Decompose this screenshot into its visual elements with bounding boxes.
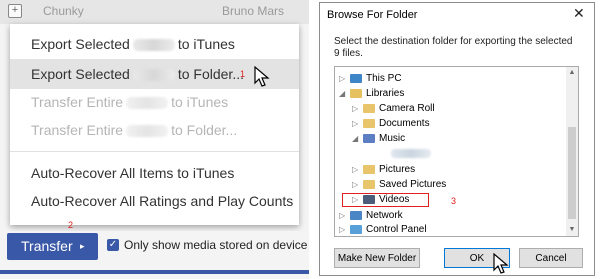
tree-node-label: Camera Roll bbox=[379, 103, 435, 114]
chevron-right-icon[interactable]: ▷ bbox=[352, 162, 362, 177]
chevron-right-icon[interactable]: ▷ bbox=[352, 101, 362, 116]
close-icon[interactable]: ✕ bbox=[573, 5, 585, 22]
menu-transfer-entire-to-folder: Transfer Entire to Folder... bbox=[10, 115, 299, 145]
tree-node-label: Documents bbox=[379, 118, 430, 129]
tree-node-label: Saved Pictures bbox=[379, 179, 447, 190]
transfer-button[interactable]: Transfer ▸ bbox=[7, 233, 98, 260]
selection-highlight bbox=[342, 193, 429, 207]
chevron-down-icon[interactable]: ◢ bbox=[352, 131, 362, 146]
network-icon bbox=[350, 211, 362, 220]
blurred-text bbox=[126, 125, 169, 138]
browse-folder-dialog: Browse For Folder ✕ Select the destinati… bbox=[319, 2, 595, 276]
folder-icon bbox=[363, 104, 375, 113]
menu-divider bbox=[10, 151, 299, 152]
folder-tree[interactable]: ▷ This PC ◢ Libraries ▷ Camera Roll ▷ Do… bbox=[334, 66, 579, 237]
step-3-marker: 3 bbox=[451, 196, 457, 206]
step-1-marker: 1 bbox=[240, 69, 246, 79]
app-panel: + Chunky Bruno Mars Export Selected to iT… bbox=[0, 0, 309, 279]
tree-node-label: Music bbox=[379, 133, 406, 144]
mouse-cursor-icon bbox=[493, 253, 509, 274]
transfer-label: Transfer bbox=[21, 238, 73, 254]
menu-item-label: Auto-Recover All Ratings and Play Counts bbox=[31, 193, 294, 209]
menu-item-label: Export Selected bbox=[31, 36, 130, 52]
blurred-text bbox=[391, 149, 431, 158]
track-row[interactable]: + Chunky Bruno Mars bbox=[0, 0, 309, 24]
menu-item-label: Transfer Entire bbox=[31, 122, 124, 138]
folder-icon bbox=[363, 180, 375, 189]
folder-icon bbox=[363, 165, 375, 174]
tree-node-label: Libraries bbox=[366, 88, 405, 99]
add-track-icon[interactable]: + bbox=[8, 4, 22, 18]
chevron-right-icon[interactable]: ▷ bbox=[339, 208, 349, 223]
folder-icon bbox=[363, 119, 375, 128]
menu-item-label: Auto-Recover All Items to iTunes bbox=[31, 165, 235, 181]
tree-node-label: This PC bbox=[366, 73, 402, 84]
only-show-checkbox[interactable]: ✓ bbox=[107, 239, 119, 251]
track-artist: Bruno Mars bbox=[222, 4, 285, 18]
menu-item-label: Export Selected bbox=[31, 66, 130, 82]
menu-transfer-entire-to-itunes: Transfer Entire to iTunes bbox=[10, 87, 299, 117]
scroll-down-icon[interactable]: ▼ bbox=[566, 224, 578, 236]
menu-item-label: to iTunes bbox=[171, 94, 229, 110]
step-2-marker: 2 bbox=[68, 220, 74, 230]
blurred-text bbox=[132, 39, 175, 52]
mouse-cursor-icon bbox=[254, 66, 270, 87]
scrollbar-thumb[interactable] bbox=[568, 127, 576, 219]
menu-item-label: to Folder... bbox=[171, 122, 238, 138]
menu-item-label: to Folder... bbox=[177, 66, 244, 82]
context-menu: Export Selected to iTunes Export Selected… bbox=[10, 24, 299, 225]
blurred-text bbox=[126, 97, 169, 110]
make-new-folder-button[interactable]: Make New Folder bbox=[334, 248, 420, 268]
track-title: Chunky bbox=[43, 4, 84, 18]
tree-node-label: Network bbox=[366, 210, 403, 221]
chevron-right-icon[interactable]: ▷ bbox=[339, 222, 349, 236]
blurred-text bbox=[132, 69, 175, 82]
chevron-right-icon[interactable]: ▷ bbox=[352, 116, 362, 131]
menu-item-label: Transfer Entire bbox=[31, 94, 124, 110]
tree-node-label: Control Panel bbox=[366, 224, 427, 235]
dialog-title: Browse For Folder bbox=[327, 9, 418, 21]
menu-auto-recover-items[interactable]: Auto-Recover All Items to iTunes bbox=[10, 158, 299, 188]
computer-icon bbox=[350, 74, 362, 83]
bottom-accent-line bbox=[0, 270, 309, 274]
caret-right-icon: ▸ bbox=[80, 241, 85, 251]
tree-node-label: Pictures bbox=[379, 164, 416, 175]
chevron-right-icon[interactable]: ▷ bbox=[352, 177, 362, 192]
chevron-right-icon[interactable]: ▷ bbox=[339, 71, 349, 86]
menu-export-selected-to-itunes[interactable]: Export Selected to iTunes bbox=[10, 29, 299, 59]
control-panel-icon bbox=[350, 225, 362, 234]
music-icon bbox=[363, 134, 375, 143]
cancel-button[interactable]: Cancel bbox=[519, 248, 583, 268]
libraries-icon bbox=[350, 89, 362, 98]
chevron-down-icon[interactable]: ◢ bbox=[339, 86, 349, 101]
tree-scrollbar[interactable]: ▲ ▼ bbox=[566, 67, 578, 236]
menu-auto-recover-ratings[interactable]: Auto-Recover All Ratings and Play Counts bbox=[10, 186, 299, 216]
dialog-message: Select the destination folder for export… bbox=[334, 36, 573, 59]
menu-item-label: to iTunes bbox=[177, 36, 235, 52]
only-show-label: Only show media stored on device bbox=[124, 238, 308, 252]
scroll-up-icon[interactable]: ▲ bbox=[566, 67, 578, 79]
